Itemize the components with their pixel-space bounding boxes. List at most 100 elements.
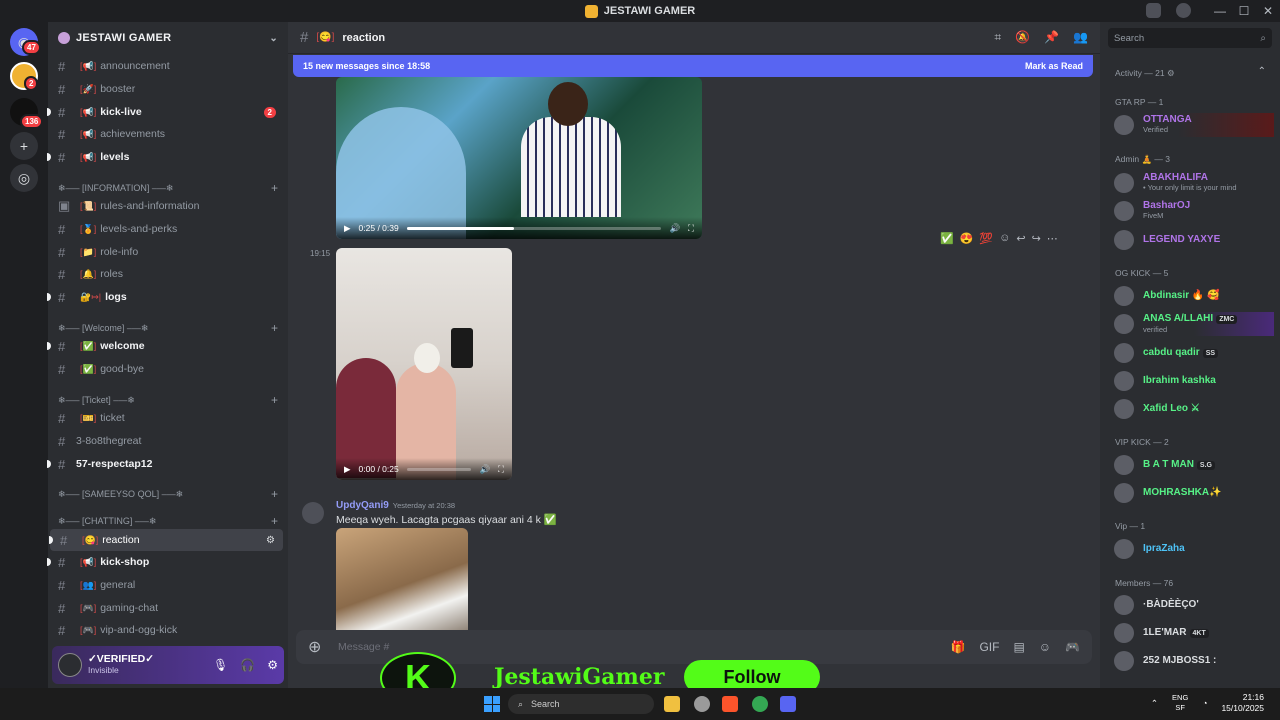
video-attachment-1[interactable]: ▶ 0:25 / 0:39 🔊 ⛶ bbox=[336, 77, 702, 239]
microphone-icon[interactable]: 🎙 bbox=[213, 658, 228, 672]
add-channel-icon[interactable]: + bbox=[271, 514, 278, 528]
apps-icon[interactable]: 🎮 bbox=[1065, 640, 1080, 654]
member-badeeco[interactable]: ·BÀDÈÈÇO' bbox=[1114, 593, 1274, 617]
channel-welcome[interactable]: # [✅] welcome bbox=[47, 335, 288, 357]
chevron-up-icon[interactable]: ⌃ bbox=[1151, 698, 1158, 709]
member-ilemar[interactable]: 1LE'MAR 4KT bbox=[1114, 621, 1274, 645]
more-icon[interactable]: ⋯ bbox=[1047, 232, 1058, 245]
member-xafid-leo[interactable]: Xafid Leo ⚔ bbox=[1114, 397, 1274, 421]
member-cabdu-qadir[interactable]: cabdu qadir SS bbox=[1114, 341, 1274, 365]
channel-booster[interactable]: # [🚀] booster bbox=[48, 78, 288, 100]
fullscreen-icon[interactable]: ⛶ bbox=[498, 464, 504, 475]
channel-settings-icon[interactable]: ⚙ bbox=[266, 535, 275, 546]
member-legend-yaxye[interactable]: LEGEND YAXYE bbox=[1114, 228, 1274, 252]
member-abakhalifa[interactable]: ABAKHALIFA • Your only limit is your mind bbox=[1114, 171, 1274, 195]
maximize-icon[interactable]: ☐ bbox=[1232, 4, 1256, 18]
add-server-icon[interactable]: + bbox=[10, 132, 38, 160]
category-information[interactable]: ❄—– [INFORMATION] –—❄ + bbox=[58, 180, 278, 196]
add-channel-icon[interactable]: + bbox=[271, 393, 278, 407]
member-mjboss[interactable]: 252 MJBOSS1 : bbox=[1114, 649, 1274, 673]
chevron-up-icon[interactable]: ⌃ bbox=[1258, 66, 1266, 77]
discover-icon[interactable]: ◎ bbox=[10, 164, 38, 192]
channel-kick-shop[interactable]: # [📢] kick-shop bbox=[47, 551, 288, 573]
channel-kick-live[interactable]: # [📢] kick-live 2 bbox=[47, 101, 288, 123]
channel-roles[interactable]: # [🔔] roles bbox=[48, 263, 288, 285]
search-input[interactable]: Search ⌕ bbox=[1108, 28, 1272, 48]
reaction-100-icon[interactable]: 💯 bbox=[979, 232, 993, 245]
volume-icon[interactable]: 🔊 bbox=[479, 464, 490, 475]
member-batman[interactable]: B A T MAN S.G bbox=[1114, 453, 1274, 477]
member-list-icon[interactable]: 👥 bbox=[1073, 30, 1088, 45]
start-icon[interactable] bbox=[484, 696, 500, 712]
threads-icon[interactable]: ⌗ bbox=[994, 30, 1001, 45]
pin-icon[interactable]: 📌 bbox=[1044, 30, 1059, 45]
member-ibrahim-kashka[interactable]: Ibrahim kashka bbox=[1114, 369, 1274, 393]
video-attachment-2[interactable]: ▶ 0:00 / 0:25 🔊 ⛶ bbox=[336, 248, 512, 480]
wifi-icon[interactable]: ◔ bbox=[1202, 698, 1207, 708]
play-icon[interactable]: ▶ bbox=[344, 464, 351, 475]
member-basharoj[interactable]: BasharOJ FiveM bbox=[1114, 199, 1274, 223]
add-reaction-icon[interactable]: ☺ bbox=[999, 232, 1010, 244]
channel-vip-ogg-kick[interactable]: # [🎮] vip-and-ogg-kick bbox=[48, 619, 288, 641]
help-icon[interactable] bbox=[1176, 3, 1191, 18]
channel-levels[interactable]: # [📢] levels bbox=[47, 146, 288, 168]
reply-icon[interactable]: ↩ bbox=[1016, 232, 1025, 245]
category-welcome[interactable]: ❄—– [Welcome] –—❄ + bbox=[58, 320, 278, 336]
member-abdinasir[interactable]: Abdinasir 🔥 🥰 bbox=[1114, 284, 1274, 308]
notification-bell-icon[interactable]: 🔕 bbox=[1015, 30, 1030, 45]
avatar[interactable] bbox=[302, 502, 324, 524]
reaction-check-icon[interactable]: ✅ bbox=[940, 232, 954, 245]
clock[interactable]: 21:16 15/10/2025 bbox=[1221, 692, 1264, 714]
forward-icon[interactable]: ↪ bbox=[1032, 232, 1041, 245]
guild-header[interactable]: JESTAWI GAMER ⌄ bbox=[48, 22, 288, 54]
image-attachment[interactable] bbox=[336, 528, 468, 644]
emoji-icon[interactable]: ☺ bbox=[1039, 640, 1051, 654]
channel-announcement[interactable]: # [📢] announcement bbox=[48, 55, 288, 77]
play-icon[interactable]: ▶ bbox=[344, 223, 351, 234]
discord-icon[interactable] bbox=[780, 696, 796, 712]
video-progress[interactable] bbox=[406, 467, 472, 471]
member-anas[interactable]: ANAS A/LLAHI ZMC verified bbox=[1114, 312, 1274, 336]
video-progress[interactable] bbox=[406, 226, 662, 230]
inbox-icon[interactable] bbox=[1146, 3, 1161, 18]
gif-icon[interactable]: GIF bbox=[979, 640, 999, 654]
steam-icon[interactable] bbox=[694, 696, 710, 712]
minimize-icon[interactable]: — bbox=[1208, 4, 1232, 18]
channel-general[interactable]: # [👥] general bbox=[48, 574, 288, 596]
fullscreen-icon[interactable]: ⛶ bbox=[688, 223, 694, 234]
sticker-icon[interactable]: ▤ bbox=[1013, 640, 1024, 654]
new-messages-bar[interactable]: 15 new messages since 18:58 Mark as Read bbox=[293, 55, 1093, 77]
channel-achievements[interactable]: # [📢] achievements bbox=[48, 123, 288, 145]
message-author[interactable]: UpdyQani9 Yesterday at 20:38 bbox=[336, 500, 455, 511]
activity-header[interactable]: Activity — 21 ⚙ bbox=[1115, 68, 1175, 79]
add-channel-icon[interactable]: + bbox=[271, 321, 278, 335]
add-channel-icon[interactable]: + bbox=[271, 487, 278, 501]
category-chatting[interactable]: ❄—– [CHATTING] –—❄ + bbox=[58, 513, 278, 529]
channel-ticket[interactable]: # [🎫] ticket bbox=[48, 407, 288, 429]
chrome-icon[interactable] bbox=[752, 696, 768, 712]
reaction-heart-eyes-icon[interactable]: 😍 bbox=[960, 232, 974, 245]
member-mohrashka[interactable]: MOHRASHKA✨ bbox=[1114, 481, 1274, 505]
taskbar-search[interactable]: ⌕ Search bbox=[508, 694, 654, 714]
channel-good-bye[interactable]: # [✅] good-bye bbox=[48, 358, 288, 380]
channel-role-info[interactable]: # [📁] role-info bbox=[48, 241, 288, 263]
chevron-down-icon[interactable]: ⌄ bbox=[269, 33, 278, 44]
language-indicator[interactable]: ENG SF bbox=[1172, 693, 1188, 713]
category-ticket[interactable]: ❄—– [Ticket] –—❄ + bbox=[58, 392, 278, 408]
brave-icon[interactable] bbox=[722, 696, 738, 712]
thread-3-8o8thegreat[interactable]: #3-8o8thegreat bbox=[48, 430, 288, 452]
gift-icon[interactable]: 🎁 bbox=[950, 640, 965, 654]
thread-57-respectap12[interactable]: #57-respectap12 bbox=[47, 453, 288, 475]
channel-levels-perks[interactable]: # [🏅] levels-and-perks bbox=[48, 218, 288, 240]
channel-reaction[interactable]: # [😋] reaction ⚙ bbox=[49, 529, 283, 551]
headphones-icon[interactable]: 🎧 bbox=[240, 658, 255, 672]
channel-rules[interactable]: ▣ [📜] rules-and-information bbox=[48, 195, 288, 217]
category-sameeyso[interactable]: ❄—– [SAMEEYSO QOL] –—❄ + bbox=[58, 486, 278, 502]
avatar[interactable] bbox=[58, 653, 82, 677]
gear-icon[interactable]: ⚙ bbox=[267, 658, 278, 672]
mark-as-read-button[interactable]: Mark as Read bbox=[1025, 61, 1083, 71]
add-channel-icon[interactable]: + bbox=[271, 181, 278, 195]
volume-icon[interactable]: 🔊 bbox=[669, 223, 680, 234]
channel-gaming-chat[interactable]: # [🎮] gaming-chat bbox=[48, 597, 288, 619]
member-ottanga[interactable]: OTTANGA Verified bbox=[1114, 113, 1274, 137]
